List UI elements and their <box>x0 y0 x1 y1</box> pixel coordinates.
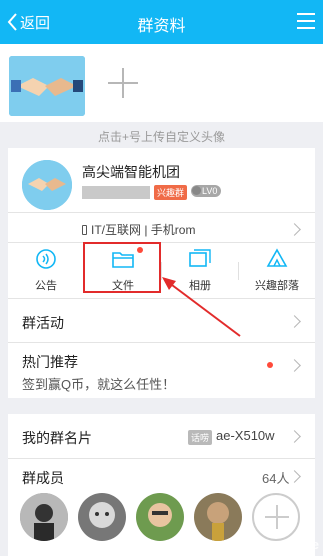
level-icon <box>192 186 201 195</box>
tab-announcement[interactable]: 公告 <box>8 242 84 298</box>
tab-label: 相册 <box>189 280 211 292</box>
group-category-label: IT/互联网 | 手机rom <box>91 223 196 237</box>
members-count: 64人 <box>262 471 290 486</box>
member-avatar[interactable] <box>136 493 184 541</box>
hot-recommend-row[interactable]: 热门推荐 签到赢Q币，就这么任性！ <box>8 342 315 398</box>
handshake-icon <box>9 56 85 116</box>
unread-dot <box>267 362 273 368</box>
annotation-highlight-box <box>83 242 161 293</box>
phone-icon <box>82 224 87 235</box>
level-label: LV0 <box>202 186 218 196</box>
member-avatar[interactable] <box>20 493 68 541</box>
group-activity-label: 群活动 <box>22 315 64 331</box>
level-badge: LV0 <box>191 185 222 197</box>
member-avatar[interactable] <box>194 493 242 541</box>
add-member-button[interactable] <box>252 493 300 541</box>
members-section[interactable]: 群成员 64人 <box>8 458 315 556</box>
title-badge: 话唠 <box>188 430 213 445</box>
tab-label: 公告 <box>35 280 57 292</box>
group-category[interactable]: IT/互联网 | 手机rom <box>82 221 195 238</box>
feature-tabs: 公告 文件 相册 兴趣部落 <box>8 242 315 298</box>
my-group-card-row[interactable]: 我的群名片 话唠 ae-X510w <box>8 414 315 458</box>
page-title: 群资料 <box>137 18 186 35</box>
album-icon <box>189 249 211 267</box>
members-label: 群成员 <box>22 470 64 486</box>
announcement-icon <box>36 249 56 269</box>
add-avatar-button[interactable] <box>106 66 140 100</box>
watermark-logo: cnline <box>281 537 319 552</box>
menu-icon[interactable] <box>297 13 315 29</box>
hot-recommend-label: 热门推荐 <box>22 354 78 370</box>
handshake-icon <box>22 160 72 210</box>
chevron-right-icon <box>288 359 301 372</box>
avatar-upload-section <box>0 44 323 122</box>
group-info-card: 高尖端智能机团 兴趣群 LV0 IT/互联网 | 手机rom 公告 文件 相册 … <box>8 148 315 298</box>
tribe-icon <box>266 248 288 267</box>
chevron-right-icon <box>288 470 301 483</box>
group-id-redacted <box>82 186 150 199</box>
chevron-right-icon <box>288 315 301 328</box>
chevron-right-icon <box>288 223 301 236</box>
tab-interest-tribe[interactable]: 兴趣部落 <box>239 242 315 298</box>
member-avatar[interactable] <box>78 493 126 541</box>
chevron-right-icon <box>288 430 301 443</box>
hot-recommend-subtitle: 签到赢Q币，就这么任性！ <box>22 377 176 392</box>
group-cover-image[interactable] <box>9 56 85 116</box>
my-group-card-label: 我的群名片 <box>22 430 92 446</box>
group-name: 高尖端智能机团 <box>82 164 180 180</box>
interest-group-badge: 兴趣群 <box>154 185 188 200</box>
tab-album[interactable]: 相册 <box>162 242 238 298</box>
my-group-card-value: ae-X510w <box>216 428 275 443</box>
group-avatar <box>22 160 72 210</box>
upload-hint: 点击+号上传自定义头像 <box>97 130 225 144</box>
tab-label: 兴趣部落 <box>255 280 299 292</box>
group-activity-row[interactable]: 群活动 <box>8 298 315 342</box>
title-bar: 返回 群资料 <box>0 0 323 44</box>
divider <box>8 212 315 213</box>
